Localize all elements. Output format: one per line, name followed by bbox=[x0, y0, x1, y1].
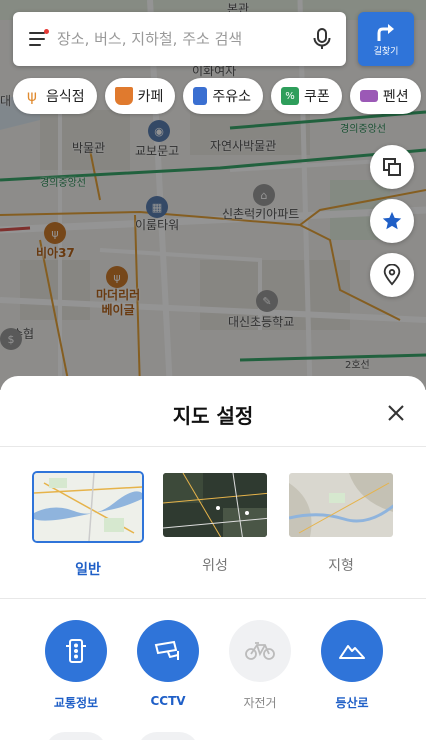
close-button[interactable] bbox=[384, 401, 408, 425]
chip-label: 주유소 bbox=[212, 89, 252, 105]
gas-pump-icon bbox=[193, 87, 208, 105]
mountain-icon bbox=[339, 645, 365, 659]
microphone-icon[interactable] bbox=[310, 27, 334, 51]
layer-label: 등산로 bbox=[335, 696, 369, 710]
chip-label: 쿠폰 bbox=[304, 89, 330, 105]
bicycle-icon bbox=[245, 642, 275, 660]
layer-bicycle[interactable]: 자전거 bbox=[215, 620, 305, 711]
hamburger-menu-icon[interactable] bbox=[27, 28, 49, 50]
chip-label: 음식점 bbox=[46, 89, 85, 105]
satellite-map-thumbnail bbox=[161, 471, 269, 539]
chip-pension[interactable]: 펜션 bbox=[349, 78, 421, 114]
favorites-button[interactable] bbox=[370, 199, 414, 243]
layers-icon bbox=[383, 158, 401, 176]
map-type-label: 위성 bbox=[202, 558, 228, 574]
layer-traffic[interactable]: 교통정보 bbox=[31, 620, 121, 711]
terrain-map-thumbnail bbox=[287, 471, 395, 539]
star-icon bbox=[382, 211, 402, 230]
map-type-terrain[interactable]: 지형 bbox=[285, 471, 397, 575]
directions-button[interactable]: 길찾기 bbox=[358, 12, 414, 66]
close-icon bbox=[388, 405, 404, 421]
normal-map-thumbnail bbox=[32, 471, 144, 543]
map-type-satellite[interactable]: 위성 bbox=[159, 471, 271, 575]
cctv-toggle[interactable] bbox=[137, 620, 199, 682]
fork-knife-icon: ψ bbox=[27, 87, 37, 105]
traffic-light-icon bbox=[66, 639, 86, 663]
chip-label: 카페 bbox=[137, 89, 164, 105]
map-type-normal[interactable]: 일반 bbox=[32, 471, 144, 579]
layer-toggle-partial[interactable] bbox=[137, 732, 199, 740]
layer-cctv[interactable]: CCTV bbox=[123, 620, 213, 708]
location-button[interactable] bbox=[370, 253, 414, 297]
layer-label: 교통정보 bbox=[53, 696, 99, 710]
layer-label: CCTV bbox=[150, 694, 186, 708]
hiking-toggle[interactable] bbox=[321, 620, 383, 682]
layers-button[interactable] bbox=[370, 145, 414, 189]
bicycle-toggle[interactable] bbox=[229, 620, 291, 682]
divider bbox=[0, 598, 426, 599]
coffee-cup-icon bbox=[114, 87, 133, 105]
map-settings-sheet: 지도 설정 일반 위성 지형 교통정보 CCTV 자전거 등산로 bbox=[0, 376, 426, 740]
directions-label: 길찾기 bbox=[373, 46, 399, 57]
chip-cafe[interactable]: 카페 bbox=[104, 78, 176, 114]
map-type-label: 일반 bbox=[75, 562, 101, 578]
chip-gas-station[interactable]: 주유소 bbox=[183, 78, 264, 114]
location-pin-icon bbox=[383, 264, 401, 286]
divider bbox=[0, 446, 426, 447]
traffic-toggle[interactable] bbox=[45, 620, 107, 682]
bed-icon bbox=[359, 90, 378, 102]
map-type-label: 지형 bbox=[328, 558, 354, 574]
turn-arrow-icon bbox=[377, 23, 394, 41]
layer-hiking[interactable]: 등산로 bbox=[307, 620, 397, 711]
chip-label: 펜션 bbox=[382, 89, 409, 105]
chip-coupon[interactable]: % 쿠폰 bbox=[271, 78, 342, 114]
chip-restaurant[interactable]: ψ 음식점 bbox=[13, 78, 97, 114]
coupon-icon: % bbox=[281, 87, 300, 105]
sheet-title: 지도 설정 bbox=[172, 404, 254, 428]
cctv-icon bbox=[154, 640, 179, 660]
layer-toggle-partial[interactable] bbox=[45, 732, 107, 740]
layer-label: 자전거 bbox=[243, 696, 277, 710]
search-bar[interactable] bbox=[13, 12, 346, 66]
category-chips: ψ 음식점 카페 주유소 % 쿠폰 펜션 bbox=[13, 78, 421, 114]
search-input[interactable] bbox=[57, 30, 310, 48]
